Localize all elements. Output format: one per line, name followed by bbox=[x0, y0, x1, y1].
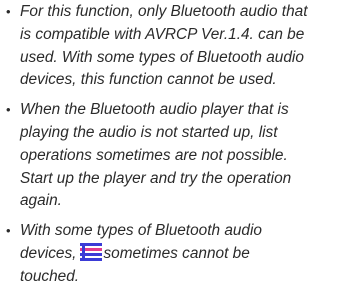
note-line: used. With some types of Bluetooth audio bbox=[20, 48, 304, 66]
note-line: operations sometimes are not possible. bbox=[20, 146, 288, 164]
note-line: Start up the player and try the operatio… bbox=[20, 169, 292, 187]
note-line: again. bbox=[20, 192, 62, 210]
note-line: When the Bluetooth audio player that is bbox=[20, 101, 289, 119]
bullet: • bbox=[6, 223, 11, 239]
note-line: playing the audio is not started up, lis… bbox=[20, 123, 278, 141]
note-text: sometimes cannot be bbox=[103, 244, 250, 262]
note-text: devices, bbox=[20, 244, 77, 262]
notes-list: • For this function, only Bluetooth audi… bbox=[6, 1, 351, 289]
note-line: is compatible with AVRCP Ver.1.4. can be bbox=[20, 25, 305, 43]
note-line: With some types of Bluetooth audio bbox=[20, 222, 262, 240]
list-menu-icon bbox=[80, 242, 103, 261]
note-player-not-started: • When the Bluetooth audio player that i… bbox=[6, 99, 351, 213]
bullet: • bbox=[6, 102, 11, 118]
bullet: • bbox=[6, 4, 11, 19]
note-line: devices, sometimes cannot be bbox=[20, 242, 351, 266]
note-line: devices, this function cannot be used. bbox=[20, 71, 277, 89]
note-line: For this function, only Bluetooth audio … bbox=[20, 3, 308, 20]
note-line: touched. bbox=[20, 267, 80, 285]
note-avrcp-compatibility: • For this function, only Bluetooth audi… bbox=[6, 1, 351, 92]
note-icon-not-touchable: • With some types of Bluetooth audio dev… bbox=[6, 220, 351, 288]
